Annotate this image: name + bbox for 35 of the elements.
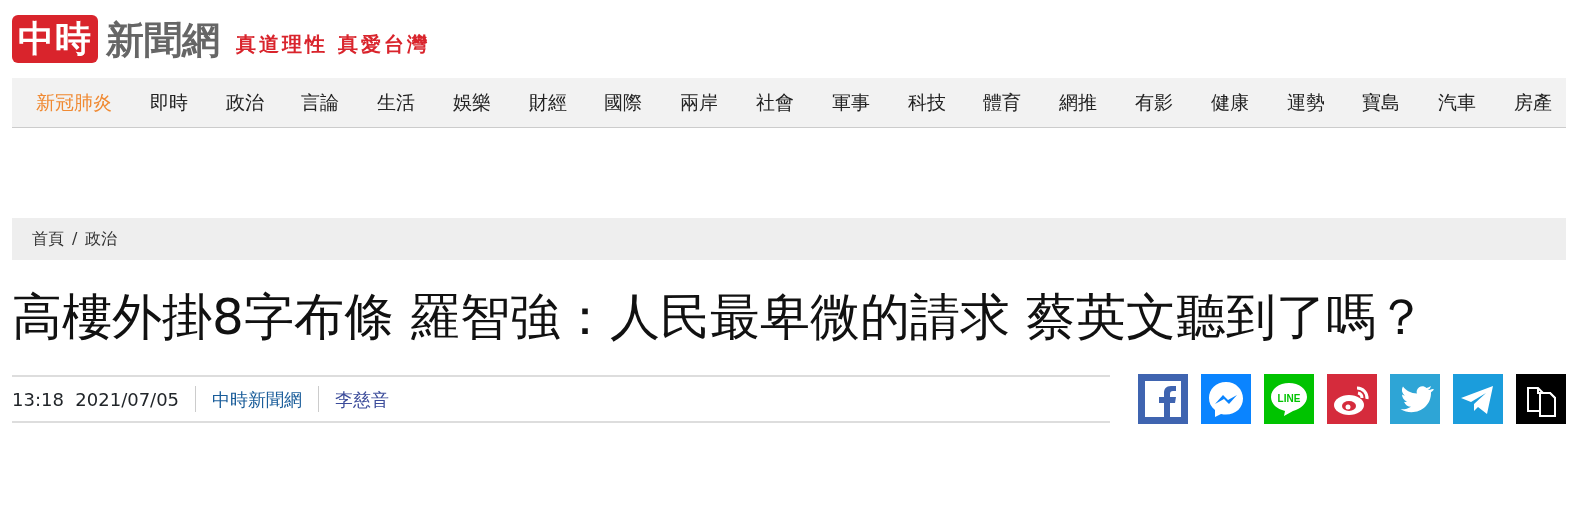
weibo-icon[interactable] bbox=[1327, 374, 1377, 424]
nav-link-item[interactable]: 即時 bbox=[149, 88, 188, 117]
nav-link-item[interactable]: 政治 bbox=[225, 88, 264, 117]
breadcrumb-separator: / bbox=[72, 228, 78, 250]
nav-link-item[interactable]: 有影 bbox=[1134, 88, 1173, 117]
messenger-icon[interactable] bbox=[1201, 374, 1251, 424]
nav-link-item[interactable]: 科技 bbox=[907, 88, 946, 117]
nav-link-item[interactable]: 健康 bbox=[1210, 88, 1249, 117]
logo-name[interactable]: 新聞網 bbox=[106, 10, 220, 68]
nav-link-item[interactable]: 國際 bbox=[604, 88, 643, 117]
telegram-icon[interactable] bbox=[1453, 374, 1503, 424]
nav-link-item[interactable]: 社會 bbox=[756, 88, 795, 117]
breadcrumb-link[interactable]: 首頁 bbox=[32, 227, 64, 251]
slogan: 真道理性 真愛台灣 bbox=[236, 31, 430, 58]
publish-time: 13:18 2021/07/05 bbox=[12, 387, 180, 412]
nav-link-item[interactable]: 娛樂 bbox=[452, 88, 491, 117]
nav-link-item[interactable]: 房產 bbox=[1513, 88, 1552, 117]
twitter-icon[interactable] bbox=[1390, 374, 1440, 424]
nav-link-item[interactable]: 兩岸 bbox=[680, 88, 719, 117]
nav-link-item[interactable]: 體育 bbox=[983, 88, 1022, 117]
nav-link-item[interactable]: 汽車 bbox=[1438, 88, 1477, 117]
nav-link-item[interactable]: 言論 bbox=[301, 88, 340, 117]
copy-icon[interactable] bbox=[1516, 374, 1566, 424]
nav-link-item[interactable]: 生活 bbox=[377, 88, 416, 117]
headline: 高樓外掛8字布條 羅智強：人民最卑微的請求 蔡英文聽到了嗎？ bbox=[12, 287, 1427, 348]
author-link[interactable]: 李慈音 bbox=[335, 385, 390, 413]
source-link[interactable]: 中時新聞網 bbox=[212, 385, 303, 413]
breadcrumb-link[interactable]: 政治 bbox=[85, 227, 118, 251]
logo-mark[interactable]: 中時 bbox=[12, 15, 98, 63]
nav-link-item[interactable]: 軍事 bbox=[831, 88, 870, 117]
nav-link-item[interactable]: 寶島 bbox=[1362, 88, 1401, 117]
nav-link-item[interactable]: 財經 bbox=[528, 88, 567, 117]
nav-link-item[interactable]: 運勢 bbox=[1286, 88, 1325, 117]
nav-link-item[interactable]: 網推 bbox=[1059, 88, 1098, 117]
facebook-icon[interactable] bbox=[1138, 374, 1188, 424]
